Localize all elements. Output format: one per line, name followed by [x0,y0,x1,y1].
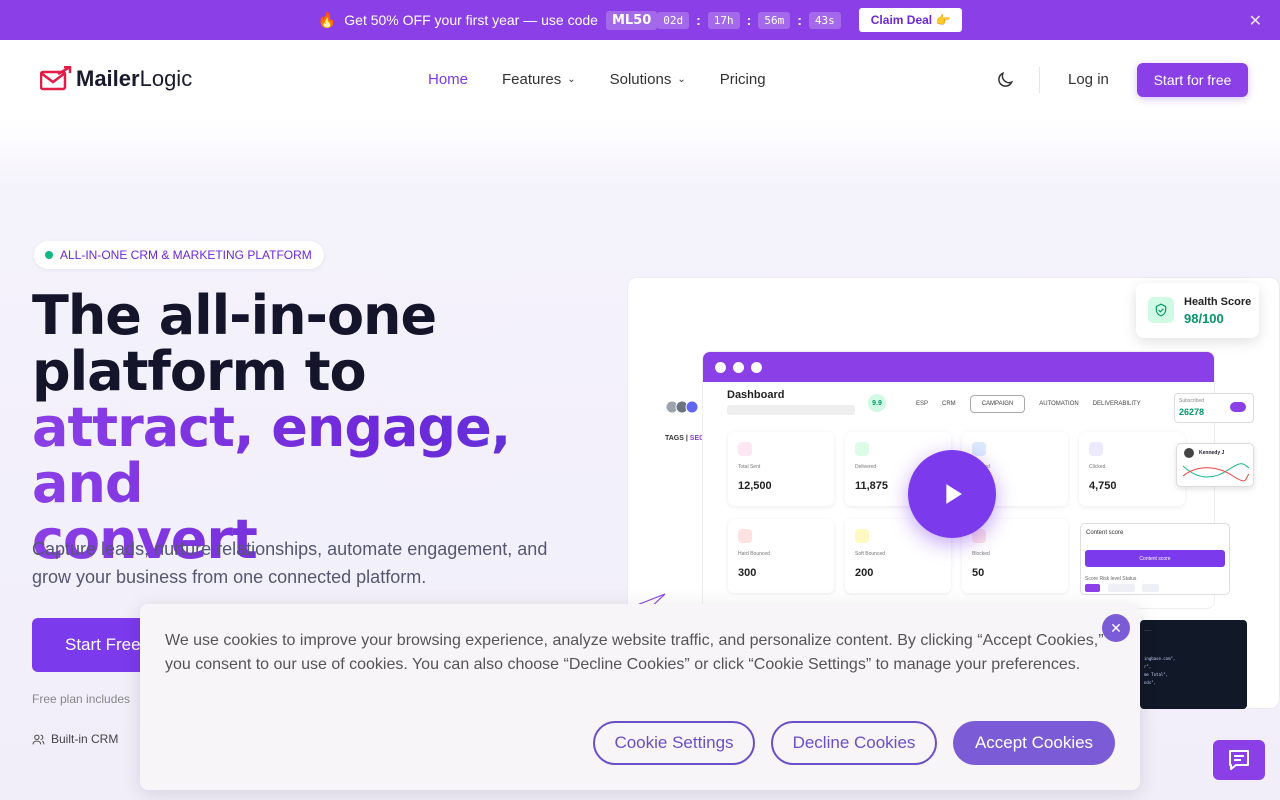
close-cookie-icon[interactable]: ✕ [1102,614,1130,642]
logo[interactable]: MailerLogic [40,66,192,92]
metric-card: Total Sent 12,500 [728,432,834,506]
chevron-down-icon: ⌄ [677,74,686,85]
score-badge: 9.9 [868,394,886,412]
metric-card: Blocked 50 [962,519,1068,593]
logo-text: MailerLogic [76,66,193,91]
code-snippet: ——— ingbase.com", r", me Total", nds", [1140,620,1247,709]
contact-card: Kennedy J [1176,443,1254,487]
claim-deal-button[interactable]: Claim Deal 👉 [858,8,963,32]
login-link[interactable]: Log in [1068,71,1109,88]
health-score-card: Health Score 98/100 [1136,283,1259,338]
countdown-minutes: 56m [758,11,791,29]
metric-card: Clicked 4,750 [1079,432,1185,506]
health-score-label: Health Score [1184,296,1252,308]
shield-check-icon [1148,297,1174,323]
metric-card: Hard Bounced 300 [728,519,834,593]
start-for-free-button[interactable]: Start for free [1137,63,1248,97]
site-header: MailerLogic Home Features ⌄ Solutions ⌄ Pr… [0,40,1280,120]
nav-home[interactable]: Home [428,71,468,88]
window-titlebar [703,352,1214,382]
promo-text: Get 50% OFF your first year — use code [344,12,598,28]
cookie-text: We use cookies to improve your browsing … [165,632,1104,673]
header-divider [1039,67,1040,93]
nav-solutions[interactable]: Solutions ⌄ [610,71,686,88]
countdown-colon: : [746,12,752,28]
mail-logo-icon [40,66,72,91]
cookie-banner: We use cookies to improve your browsing … [140,604,1140,790]
hero-badge: ALL-IN-ONE CRM & MARKETING PLATFORM [34,241,324,269]
dark-mode-toggle-icon[interactable] [995,70,1015,90]
decline-cookies-button[interactable]: Decline Cookies [771,721,937,765]
toggle-icon [1230,402,1246,412]
countdown-colon: : [696,12,701,28]
subscribed-widget: Subscribed 26278 [1174,393,1254,423]
main-nav: Home Features ⌄ Solutions ⌄ Pricing [428,71,800,88]
promo-bar: 🔥 Get 50% OFF your first year — use code… [0,0,1280,609]
play-icon [946,484,962,504]
content-score-widget: Content score Content score Score Risk l… [1080,523,1230,595]
chevron-down-icon: ⌄ [567,74,576,85]
countdown-hours: 17h [707,11,740,29]
countdown-days: 02d [657,11,690,29]
promo-code: ML50 [605,10,658,30]
hero-headline: The all-in-one platform to attract, enga… [32,288,632,568]
chat-button[interactable] [1213,740,1265,780]
users-icon [32,734,45,744]
dashboard-search [727,405,855,415]
status-dot [45,251,53,259]
fire-icon: 🔥 [317,12,337,29]
dashboard-title: Dashboard [727,389,785,401]
health-score-value: 98/100 [1184,311,1224,326]
feature-built-in-crm: Built-in CRM [32,732,118,746]
chat-icon [1229,750,1249,770]
nav-features[interactable]: Features ⌄ [502,71,576,88]
countdown-colon: : [797,12,802,28]
accept-cookies-button[interactable]: Accept Cookies [953,721,1115,765]
play-video-button[interactable] [908,450,996,538]
avatar [1184,448,1194,458]
close-promo-icon[interactable]: ✕ [1249,11,1262,31]
hero-subtext: Capture leads, nurture relationships, au… [32,539,548,587]
dashboard-tabs: ESP CRM CAMPAIGN AUTOMATION DELIVERABILI… [916,395,1155,413]
free-plan-note: Free plan includes [32,692,131,706]
nav-pricing[interactable]: Pricing [720,71,766,88]
countdown-seconds: 43s [808,11,841,29]
cookie-settings-button[interactable]: Cookie Settings [593,721,755,765]
